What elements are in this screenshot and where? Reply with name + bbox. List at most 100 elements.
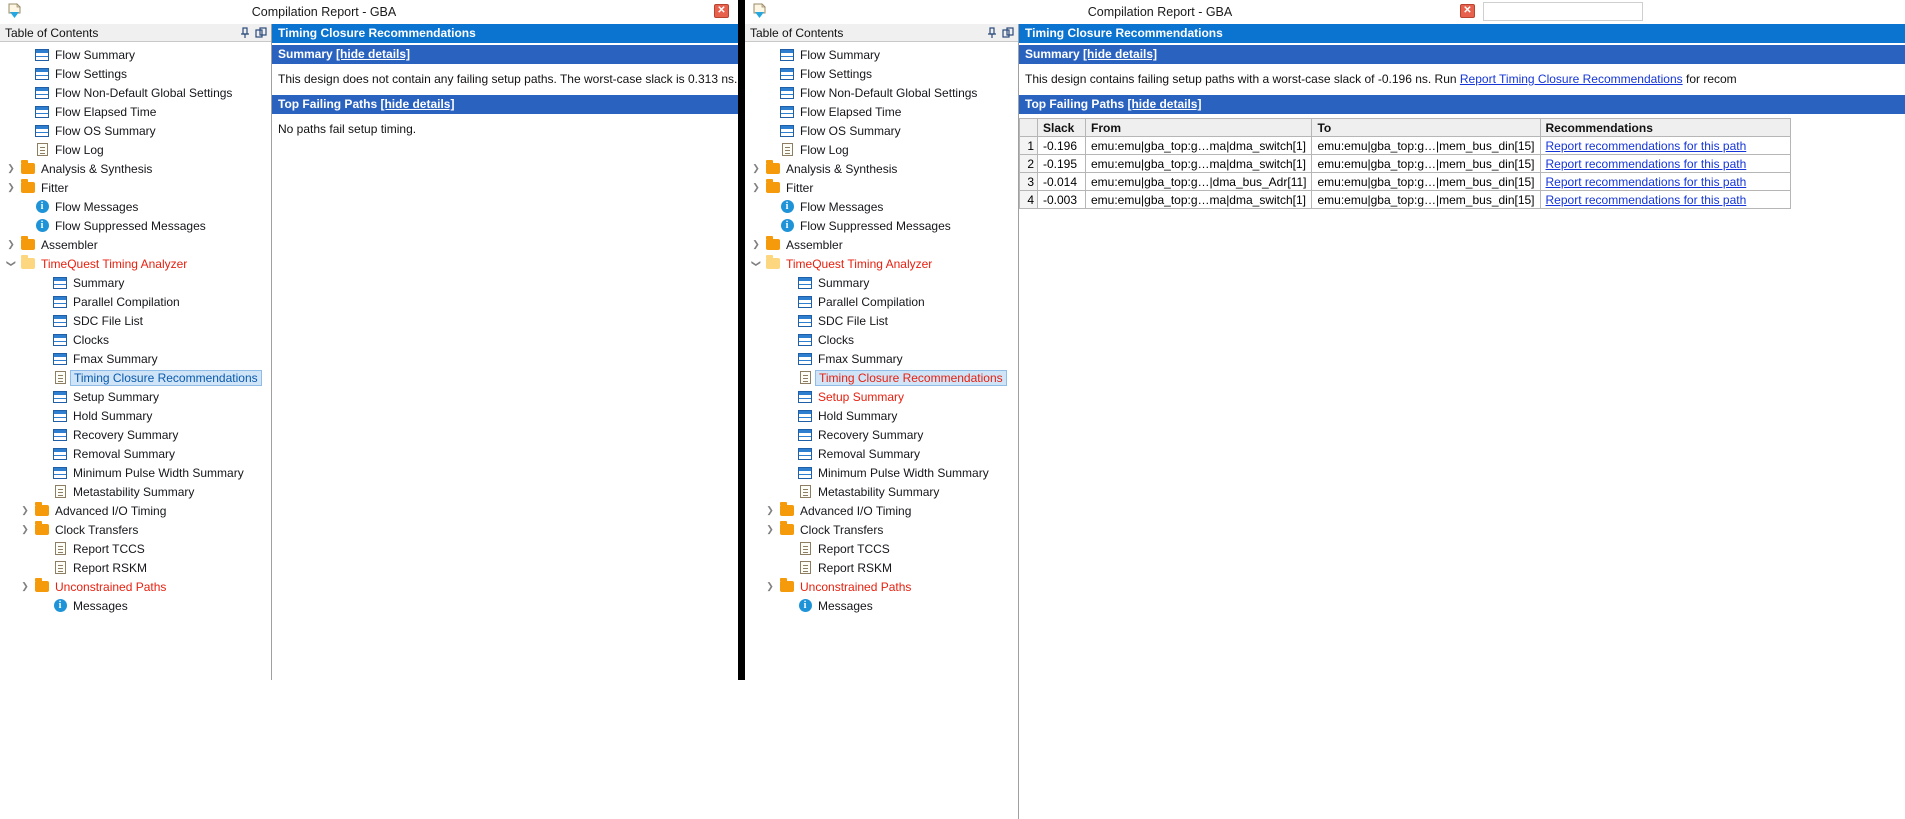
chevron-right-icon[interactable]: ❯ (4, 235, 18, 254)
toc-item-fitter[interactable]: ❯ Fitter (745, 178, 1018, 197)
toc-item-assembler[interactable]: ❯ Assembler (0, 235, 271, 254)
toc-item-analysis-synthesis[interactable]: ❯ Analysis & Synthesis (745, 159, 1018, 178)
toc-item-flow-log[interactable]: Flow Log (0, 140, 271, 159)
toc-item-flow-non-default-global-settings[interactable]: Flow Non-Default Global Settings (0, 83, 271, 102)
chevron-right-icon[interactable]: ❯ (763, 520, 777, 539)
toc-item-removal-summary[interactable]: Removal Summary (745, 444, 1018, 463)
report-timing-closure-recommendations-link[interactable]: Report Timing Closure Recommendations (1460, 72, 1683, 86)
toc-item-flow-summary[interactable]: Flow Summary (0, 45, 271, 64)
toc-item-messages[interactable]: i Messages (0, 596, 271, 615)
toc-item-metastability-summary[interactable]: Metastability Summary (0, 482, 271, 501)
toc-item-removal-summary[interactable]: Removal Summary (0, 444, 271, 463)
toc-item-flow-os-summary[interactable]: Flow OS Summary (0, 121, 271, 140)
column-header-from[interactable]: From (1084, 118, 1313, 137)
chevron-right-icon[interactable]: ❯ (749, 159, 763, 178)
pin-icon[interactable] (239, 26, 251, 39)
toc-item-hold-summary[interactable]: Hold Summary (0, 406, 271, 425)
toc-item-flow-messages[interactable]: i Flow Messages (745, 197, 1018, 216)
toc-item-assembler[interactable]: ❯ Assembler (745, 235, 1018, 254)
toc-item-parallel-compilation[interactable]: Parallel Compilation (0, 292, 271, 311)
toc-item-clock-transfers[interactable]: ❯ Clock Transfers (0, 520, 271, 539)
toc-item-report-tccs[interactable]: Report TCCS (0, 539, 271, 558)
toc-item-recovery-summary[interactable]: Recovery Summary (745, 425, 1018, 444)
table-row[interactable]: 1 -0.196 emu:emu|gba_top:g…ma|dma_switch[1… (1019, 136, 1791, 155)
toc-item-fitter[interactable]: ❯ Fitter (0, 178, 271, 197)
chevron-right-icon[interactable]: ❯ (749, 235, 763, 254)
chevron-right-icon[interactable]: ❯ (763, 577, 777, 596)
toc-item-clocks[interactable]: Clocks (745, 330, 1018, 349)
report-recommendations-link[interactable]: Report recommendations for this path (1546, 193, 1747, 207)
toc-item-flow-settings[interactable]: Flow Settings (0, 64, 271, 83)
toc-item-flow-non-default-global-settings[interactable]: Flow Non-Default Global Settings (745, 83, 1018, 102)
toc-item-timing-closure-recommendations[interactable]: Timing Closure Recommendations (745, 368, 1018, 387)
toc-item-metastability-summary[interactable]: Metastability Summary (745, 482, 1018, 501)
toc-item-unconstrained-paths[interactable]: ❯ Unconstrained Paths (0, 577, 271, 596)
toc-item-flow-messages[interactable]: i Flow Messages (0, 197, 271, 216)
report-recommendations-link[interactable]: Report recommendations for this path (1546, 175, 1747, 189)
toc-item-timequest-timing-analyzer[interactable]: ❯ TimeQuest Timing Analyzer (745, 254, 1018, 273)
toc-item-fmax-summary[interactable]: Fmax Summary (745, 349, 1018, 368)
column-header-index[interactable] (1019, 118, 1038, 137)
toc-item-flow-log[interactable]: Flow Log (745, 140, 1018, 159)
close-button[interactable]: ✕ (714, 4, 729, 18)
chevron-right-icon[interactable]: ❯ (18, 520, 32, 539)
toc-item-messages[interactable]: i Messages (745, 596, 1018, 615)
toc-item-flow-elapsed-time[interactable]: Flow Elapsed Time (745, 102, 1018, 121)
toc-item-sdc-file-list[interactable]: SDC File List (0, 311, 271, 330)
toc-item-flow-settings[interactable]: Flow Settings (745, 64, 1018, 83)
toc-item-flow-elapsed-time[interactable]: Flow Elapsed Time (0, 102, 271, 121)
toc-item-sdc-file-list[interactable]: SDC File List (745, 311, 1018, 330)
toc-item-report-rskm[interactable]: Report RSKM (0, 558, 271, 577)
chevron-down-icon[interactable]: ❯ (749, 254, 763, 273)
column-header-recommendations[interactable]: Recommendations (1539, 118, 1791, 137)
toc-item-flow-suppressed-messages[interactable]: i Flow Suppressed Messages (745, 216, 1018, 235)
toc-item-timequest-timing-analyzer[interactable]: ❯ TimeQuest Timing Analyzer (0, 254, 271, 273)
column-header-to[interactable]: To (1311, 118, 1541, 137)
toc-item-flow-summary[interactable]: Flow Summary (745, 45, 1018, 64)
toc-item-clocks[interactable]: Clocks (0, 330, 271, 349)
summary-hide-details-link[interactable]: [hide details] (1083, 47, 1157, 61)
table-row[interactable]: 3 -0.014 emu:emu|gba_top:g…|dma_bus_Adr[11… (1019, 172, 1791, 191)
column-header-slack[interactable]: Slack (1037, 118, 1086, 137)
report-recommendations-link[interactable]: Report recommendations for this path (1546, 157, 1747, 171)
toc-item-timing-closure-recommendations[interactable]: Timing Closure Recommendations (0, 368, 271, 387)
toc-item-clock-transfers[interactable]: ❯ Clock Transfers (745, 520, 1018, 539)
toc-item-analysis-synthesis[interactable]: ❯ Analysis & Synthesis (0, 159, 271, 178)
toc-item-flow-os-summary[interactable]: Flow OS Summary (745, 121, 1018, 140)
toc-item-setup-summary[interactable]: Setup Summary (745, 387, 1018, 406)
paths-hide-details-link[interactable]: [hide details] (380, 97, 454, 111)
toc-item-advanced-i-o-timing[interactable]: ❯ Advanced I/O Timing (0, 501, 271, 520)
close-button[interactable]: ✕ (1460, 4, 1475, 18)
toc-item-summary[interactable]: Summary (0, 273, 271, 292)
pin-icon[interactable] (986, 26, 998, 39)
toc-item-parallel-compilation[interactable]: Parallel Compilation (745, 292, 1018, 311)
toc-item-recovery-summary[interactable]: Recovery Summary (0, 425, 271, 444)
paths-hide-details-link[interactable]: [hide details] (1127, 97, 1201, 111)
chevron-right-icon[interactable]: ❯ (763, 501, 777, 520)
toc-item-setup-summary[interactable]: Setup Summary (0, 387, 271, 406)
table-row[interactable]: 4 -0.003 emu:emu|gba_top:g…ma|dma_switch[1… (1019, 190, 1791, 209)
chevron-right-icon[interactable]: ❯ (18, 577, 32, 596)
toc-item-report-rskm[interactable]: Report RSKM (745, 558, 1018, 577)
toc-item-minimum-pulse-width-summary[interactable]: Minimum Pulse Width Summary (0, 463, 271, 482)
toc-item-advanced-i-o-timing[interactable]: ❯ Advanced I/O Timing (745, 501, 1018, 520)
toc-item-minimum-pulse-width-summary[interactable]: Minimum Pulse Width Summary (745, 463, 1018, 482)
report-recommendations-link[interactable]: Report recommendations for this path (1546, 139, 1747, 153)
undock-icon[interactable] (255, 26, 267, 39)
chevron-down-icon[interactable]: ❯ (4, 254, 18, 273)
chevron-right-icon[interactable]: ❯ (4, 159, 18, 178)
toc-item-report-tccs[interactable]: Report TCCS (745, 539, 1018, 558)
compilation-report-window-right: Compilation Report - GBA ✕ Table of Cont… (745, 0, 1905, 819)
chevron-right-icon[interactable]: ❯ (4, 178, 18, 197)
table-row[interactable]: 2 -0.195 emu:emu|gba_top:g…ma|dma_switch[1… (1019, 154, 1791, 173)
summary-hide-details-link[interactable]: [hide details] (336, 47, 410, 61)
toc-item-fmax-summary[interactable]: Fmax Summary (0, 349, 271, 368)
toc-item-summary[interactable]: Summary (745, 273, 1018, 292)
toc-item-unconstrained-paths[interactable]: ❯ Unconstrained Paths (745, 577, 1018, 596)
chevron-right-icon[interactable]: ❯ (18, 501, 32, 520)
top-failing-paths-table: Slack From To Recommendations 1 -0.196 emu:em… (1019, 118, 1791, 209)
toc-item-hold-summary[interactable]: Hold Summary (745, 406, 1018, 425)
undock-icon[interactable] (1002, 26, 1014, 39)
toc-item-flow-suppressed-messages[interactable]: i Flow Suppressed Messages (0, 216, 271, 235)
chevron-right-icon[interactable]: ❯ (749, 178, 763, 197)
